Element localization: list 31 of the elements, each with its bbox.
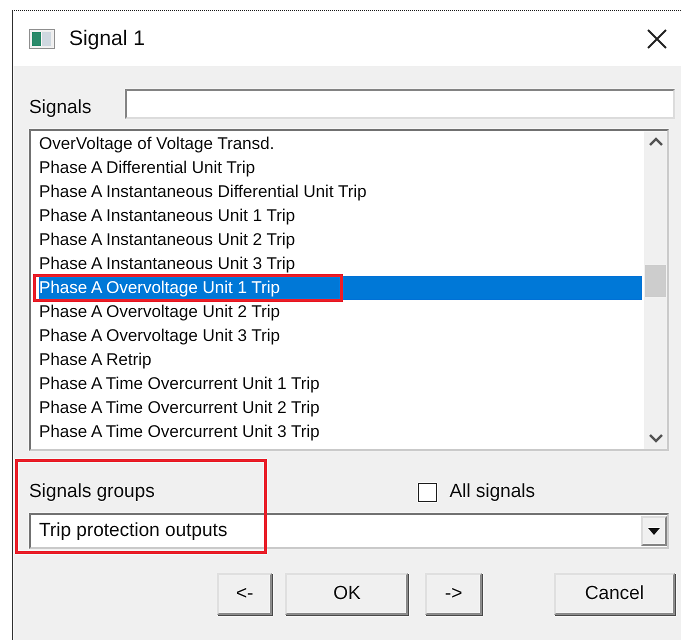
- signals-label: Signals: [29, 97, 92, 119]
- signals-groups-dropdown[interactable]: Trip protection outputs: [29, 513, 669, 549]
- signal-item[interactable]: Phase A Instantaneous Unit 3 Trip: [39, 252, 642, 276]
- dialog-button[interactable]: ->: [425, 573, 482, 615]
- signal-item[interactable]: Phase A Instantaneous Unit 1 Trip: [39, 204, 642, 228]
- window-icon: [29, 28, 55, 48]
- signals-list[interactable]: [29, 129, 669, 451]
- all-signals-label: All signals: [449, 481, 535, 503]
- caret-down-icon: [648, 528, 660, 534]
- signal-item[interactable]: Phase A Overvoltage Unit 2 Trip: [39, 300, 642, 324]
- signal-item[interactable]: Phase A Overvoltage Unit 3 Trip: [39, 324, 642, 348]
- dropdown-arrow-button[interactable]: [641, 516, 667, 546]
- dialog-button[interactable]: OK: [285, 573, 408, 615]
- signal-item[interactable]: Phase A Retrip: [39, 348, 642, 372]
- signal-item[interactable]: OverVoltage of Voltage Transd.: [39, 132, 642, 156]
- signal-item[interactable]: Phase A Instantaneous Unit 2 Trip: [39, 228, 642, 252]
- signal-item[interactable]: Phase A Time Overcurrent Unit 1 Trip: [39, 372, 642, 396]
- scrollbar[interactable]: [644, 131, 667, 449]
- all-signals-checkbox[interactable]: [418, 482, 438, 502]
- scroll-up-icon[interactable]: [648, 137, 662, 147]
- dialog-button[interactable]: <-: [217, 573, 272, 615]
- signals-groups-label: Signals groups: [29, 481, 156, 503]
- scroll-thumb[interactable]: [645, 265, 666, 297]
- signal-item[interactable]: Phase A Instantaneous Differential Unit Trip: [39, 180, 642, 204]
- signal-item[interactable]: Phase A Differential Unit Trip: [39, 156, 642, 180]
- signal-item[interactable]: Phase A Time Overcurrent Unit 3 Trip: [39, 420, 642, 444]
- window-title: Signal 1: [69, 26, 146, 50]
- signal-item[interactable]: Phase A Time Overcurrent Unit 2 Trip: [39, 396, 642, 420]
- scroll-down-icon[interactable]: [648, 433, 662, 443]
- dialog-button[interactable]: Cancel: [554, 573, 675, 615]
- signals-filter-field[interactable]: [125, 89, 675, 119]
